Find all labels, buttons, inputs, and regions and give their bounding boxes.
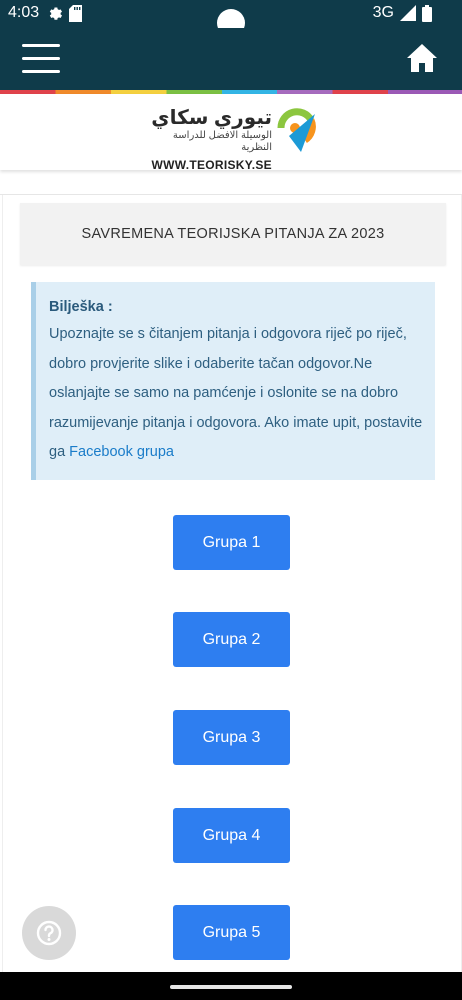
logo-arabic-subtitle: الوسيلة الافضل للدراسة النظرية xyxy=(172,130,272,153)
logo: تيوري سكاي الوسيلة الافضل للدراسة النظري… xyxy=(148,108,272,172)
home-icon xyxy=(407,44,437,72)
network-type: 3G xyxy=(372,4,394,21)
note-title: Bilješka : xyxy=(49,299,113,315)
logo-mark-icon xyxy=(277,108,316,152)
home-gesture-handle[interactable] xyxy=(170,985,292,989)
content-card: SAVREMENA TEORIJSKA PITANJA ZA 2023 Bilj… xyxy=(2,195,462,975)
battery-icon xyxy=(422,4,432,22)
note-box: Bilješka : Upoznajte se s čitanjem pitan… xyxy=(31,282,435,480)
group-5-button[interactable]: Grupa 5 xyxy=(173,905,290,960)
group-4-button[interactable]: Grupa 4 xyxy=(173,808,290,863)
facebook-group-link[interactable]: Facebook grupa xyxy=(69,444,174,460)
navigation-bar xyxy=(0,972,462,1000)
home-button[interactable] xyxy=(406,43,438,73)
signal-icon xyxy=(400,5,416,21)
status-time: 4:03 xyxy=(8,4,40,21)
question-mark-icon xyxy=(36,920,62,946)
app-bar xyxy=(0,28,462,90)
sd-card-icon xyxy=(69,5,82,22)
main-content: SAVREMENA TEORIJSKA PITANJA ZA 2023 Bilj… xyxy=(0,194,462,975)
logo-header: تيوري سكاي الوسيلة الافضل للدراسة النظري… xyxy=(0,94,462,172)
gear-icon xyxy=(49,7,63,20)
page-title-box: SAVREMENA TEORIJSKA PITANJA ZA 2023 xyxy=(20,203,446,265)
menu-button[interactable] xyxy=(22,42,60,74)
group-3-button[interactable]: Grupa 3 xyxy=(173,710,290,765)
logo-domain: WWW.TEORISKY.SE xyxy=(151,158,272,172)
status-bar: 4:03 3G xyxy=(0,0,462,37)
group-1-button[interactable]: Grupa 1 xyxy=(173,515,290,570)
logo-arabic-title: تيوري سكاي xyxy=(151,107,272,129)
page-title: SAVREMENA TEORIJSKA PITANJA ZA 2023 xyxy=(81,226,385,242)
help-button[interactable] xyxy=(22,906,76,960)
group-2-button[interactable]: Grupa 2 xyxy=(173,612,290,667)
note-body: Upoznajte se s čitanjem pitanja i odgovo… xyxy=(49,326,423,460)
